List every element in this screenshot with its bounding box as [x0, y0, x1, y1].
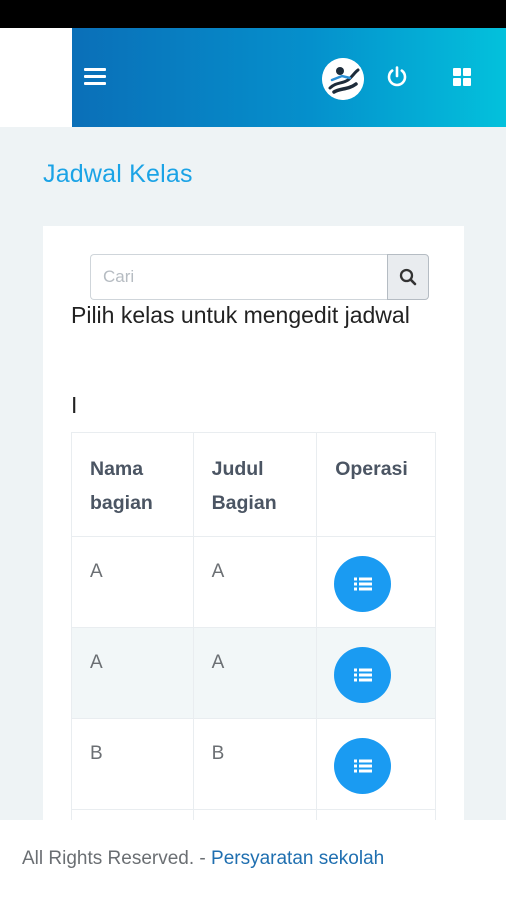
device-status-bar [0, 0, 506, 28]
brand-area [0, 28, 72, 127]
search-button[interactable] [387, 254, 429, 300]
column-header-judul: Judul Bagian [192, 432, 318, 537]
search-box [90, 254, 429, 300]
footer-text: All Rights Reserved. - Persyaratan sekol… [22, 848, 384, 870]
cell-nama: A [71, 536, 194, 628]
instruction-text: Pilih kelas untuk mengedit jadwal [71, 302, 410, 328]
copyright-text: All Rights Reserved. - [22, 848, 212, 869]
column-header-operasi: Operasi [316, 432, 436, 537]
list-icon [353, 668, 372, 682]
cell-operasi [316, 627, 436, 719]
edit-schedule-button[interactable] [334, 556, 392, 612]
edit-schedule-button[interactable] [334, 738, 392, 794]
search-input[interactable] [90, 254, 387, 300]
text-cursor: I [71, 392, 78, 418]
header-bar [72, 28, 506, 127]
hamburger-icon[interactable] [84, 68, 106, 86]
grid-icon[interactable] [453, 68, 471, 86]
cell-judul: A [192, 627, 318, 719]
list-icon [353, 759, 372, 773]
list-icon [353, 577, 372, 591]
cell-operasi [316, 536, 436, 628]
user-avatar-icon [322, 58, 364, 100]
table-row: A A [71, 627, 436, 719]
table-row: A A [71, 536, 436, 628]
search-icon [399, 268, 417, 286]
power-icon[interactable] [385, 65, 409, 89]
cell-judul: B [192, 718, 318, 810]
cell-operasi [316, 718, 436, 810]
cell-nama: B [71, 718, 194, 810]
cell-judul: A [192, 536, 318, 628]
top-navbar [0, 28, 506, 127]
table-header-row: Nama bagian Judul Bagian Operasi [71, 432, 436, 537]
edit-schedule-button[interactable] [334, 647, 392, 703]
cell-nama: A [71, 627, 194, 719]
table-row: B B [71, 718, 436, 810]
avatar[interactable] [322, 58, 364, 100]
terms-link[interactable]: Persyaratan sekolah [211, 848, 384, 869]
column-header-nama: Nama bagian [71, 432, 194, 537]
page-title: Jadwal Kelas [43, 160, 193, 188]
